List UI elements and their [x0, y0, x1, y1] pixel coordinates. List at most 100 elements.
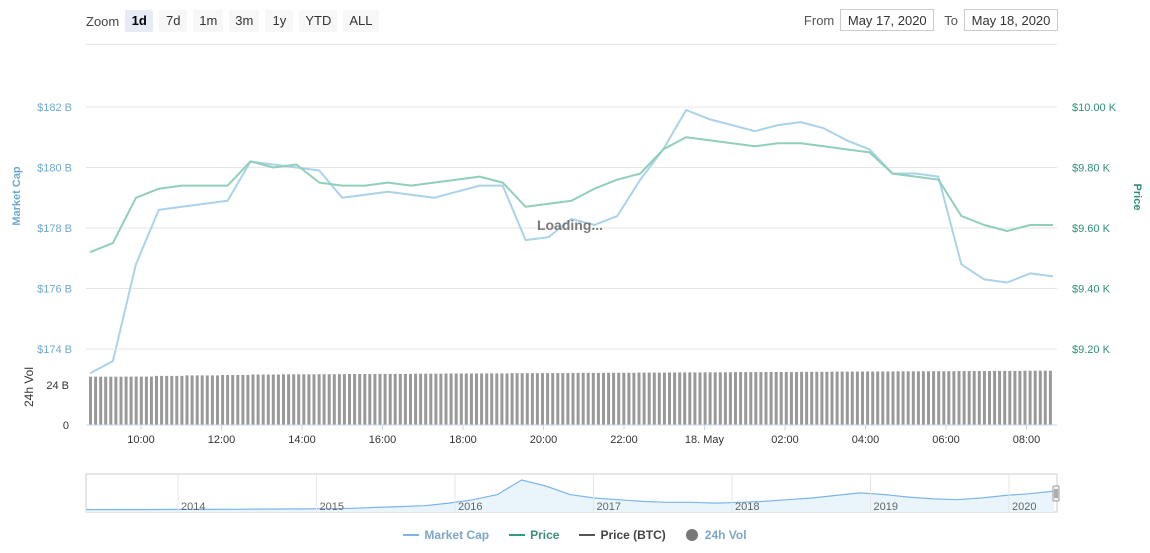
volume-bar — [129, 376, 133, 425]
volume-bar — [607, 372, 611, 426]
x-tick-label: 12:00 — [208, 434, 236, 446]
price-chart[interactable]: $174 B $176 B $178 B $180 B $182 B $9.20 K $9.… — [0, 0, 1150, 525]
volume-bar — [139, 376, 143, 425]
volume-bar — [815, 371, 819, 425]
y-right-tick: $10.00 K — [1072, 102, 1117, 114]
volume-bar — [109, 376, 113, 425]
navigator-year: 2015 — [320, 501, 344, 513]
volume-bar — [789, 372, 793, 425]
navigator-year: 2020 — [1012, 501, 1036, 513]
volume-bar — [231, 375, 235, 425]
volume-bar — [480, 373, 484, 425]
volume-bar — [647, 372, 651, 425]
volume-bar — [1018, 370, 1022, 425]
volume-bar — [576, 372, 580, 425]
volume-bar — [368, 374, 372, 425]
volume-bar — [586, 372, 590, 425]
volume-bar — [764, 372, 768, 425]
volume-bar — [200, 375, 204, 425]
volume-bar — [759, 372, 763, 425]
volume-bar — [322, 374, 326, 425]
volume-bar — [1028, 370, 1032, 425]
volume-bar — [632, 372, 636, 426]
volume-bar — [962, 371, 966, 425]
volume-bar — [469, 373, 473, 425]
price-line — [89, 136, 1053, 254]
volume-bar — [591, 372, 595, 425]
volume-bar — [205, 375, 209, 425]
legend-price-btc[interactable]: Price (BTC) — [579, 528, 666, 542]
volume-bar — [795, 372, 798, 425]
x-tick-label: 18. May — [685, 434, 725, 446]
volume-bar — [901, 371, 905, 425]
y-left-tick: $178 B — [37, 223, 72, 235]
volume-bar — [982, 371, 986, 425]
legend-market-cap[interactable]: Market Cap — [403, 528, 489, 542]
x-tick-label: 18:00 — [449, 434, 477, 446]
x-tick-label: 20:00 — [530, 434, 558, 446]
volume-bar — [282, 374, 285, 425]
volume-bar — [896, 371, 900, 425]
x-tick-label: 16:00 — [369, 434, 397, 446]
volume-bar — [419, 373, 423, 425]
volume-bar — [749, 372, 753, 425]
volume-bar — [373, 374, 377, 425]
volume-bar — [180, 375, 184, 425]
volume-bar — [337, 374, 341, 425]
volume-bar — [378, 373, 382, 425]
legend-price-btc-label: Price (BTC) — [600, 528, 666, 542]
volume-bar — [911, 371, 915, 425]
legend-price[interactable]: Price — [509, 528, 559, 542]
volume-bar — [942, 371, 946, 425]
y-left-tick: $180 B — [37, 163, 72, 175]
volume-bar — [820, 371, 824, 425]
volume-bar — [800, 371, 804, 425]
volume-bar — [429, 373, 433, 425]
y-right-tick: $9.40 K — [1072, 284, 1111, 296]
volume-bar — [510, 373, 514, 425]
x-tick-label: 02:00 — [771, 434, 799, 446]
volume-bar — [495, 373, 499, 425]
x-tick-label: 04:00 — [852, 434, 880, 446]
legend-volume-label: 24h Vol — [704, 528, 747, 542]
volume-bar — [739, 372, 743, 425]
legend-volume[interactable]: 24h Vol — [685, 528, 747, 542]
x-tick-label: 10:00 — [127, 434, 155, 446]
volume-bar — [921, 371, 925, 425]
legend-market-cap-label: Market Cap — [424, 528, 490, 542]
volume-bar — [434, 373, 438, 425]
volume-bar — [881, 371, 885, 425]
volume-bar — [810, 371, 814, 425]
volume-bar — [561, 373, 565, 425]
legend: Market Cap Price Price (BTC) 24h Vol — [0, 528, 1150, 542]
x-tick-label: 14:00 — [288, 434, 316, 446]
volume-bar — [114, 376, 118, 425]
volume-bar — [134, 376, 138, 425]
volume-bar — [784, 372, 788, 425]
volume-bar — [170, 375, 174, 425]
volume-bar — [348, 374, 351, 425]
volume-bar — [210, 375, 214, 425]
volume-bar — [932, 371, 936, 425]
volume-bar — [241, 375, 245, 425]
volume-bar — [424, 373, 428, 425]
volume-bar — [988, 371, 991, 425]
volume-bar — [332, 374, 336, 425]
loading-label: Loading... — [537, 217, 603, 233]
volume-bar — [596, 372, 600, 425]
y-left-tick: $176 B — [37, 284, 72, 296]
volume-bar — [566, 373, 570, 425]
volume-bar — [718, 372, 722, 425]
volume-bar — [673, 372, 677, 425]
volume-bar — [155, 375, 158, 425]
volume-bar — [454, 373, 458, 425]
navigator-handle — [1052, 485, 1060, 502]
volume-axis-title: 24h Vol — [22, 367, 36, 407]
volume-bar — [708, 372, 712, 425]
volume-bar — [546, 373, 550, 425]
volume-bar — [353, 374, 357, 425]
volume-bar — [439, 373, 443, 425]
volume-bar — [627, 372, 631, 426]
volume-bar — [993, 370, 997, 425]
volume-bar — [261, 374, 265, 425]
